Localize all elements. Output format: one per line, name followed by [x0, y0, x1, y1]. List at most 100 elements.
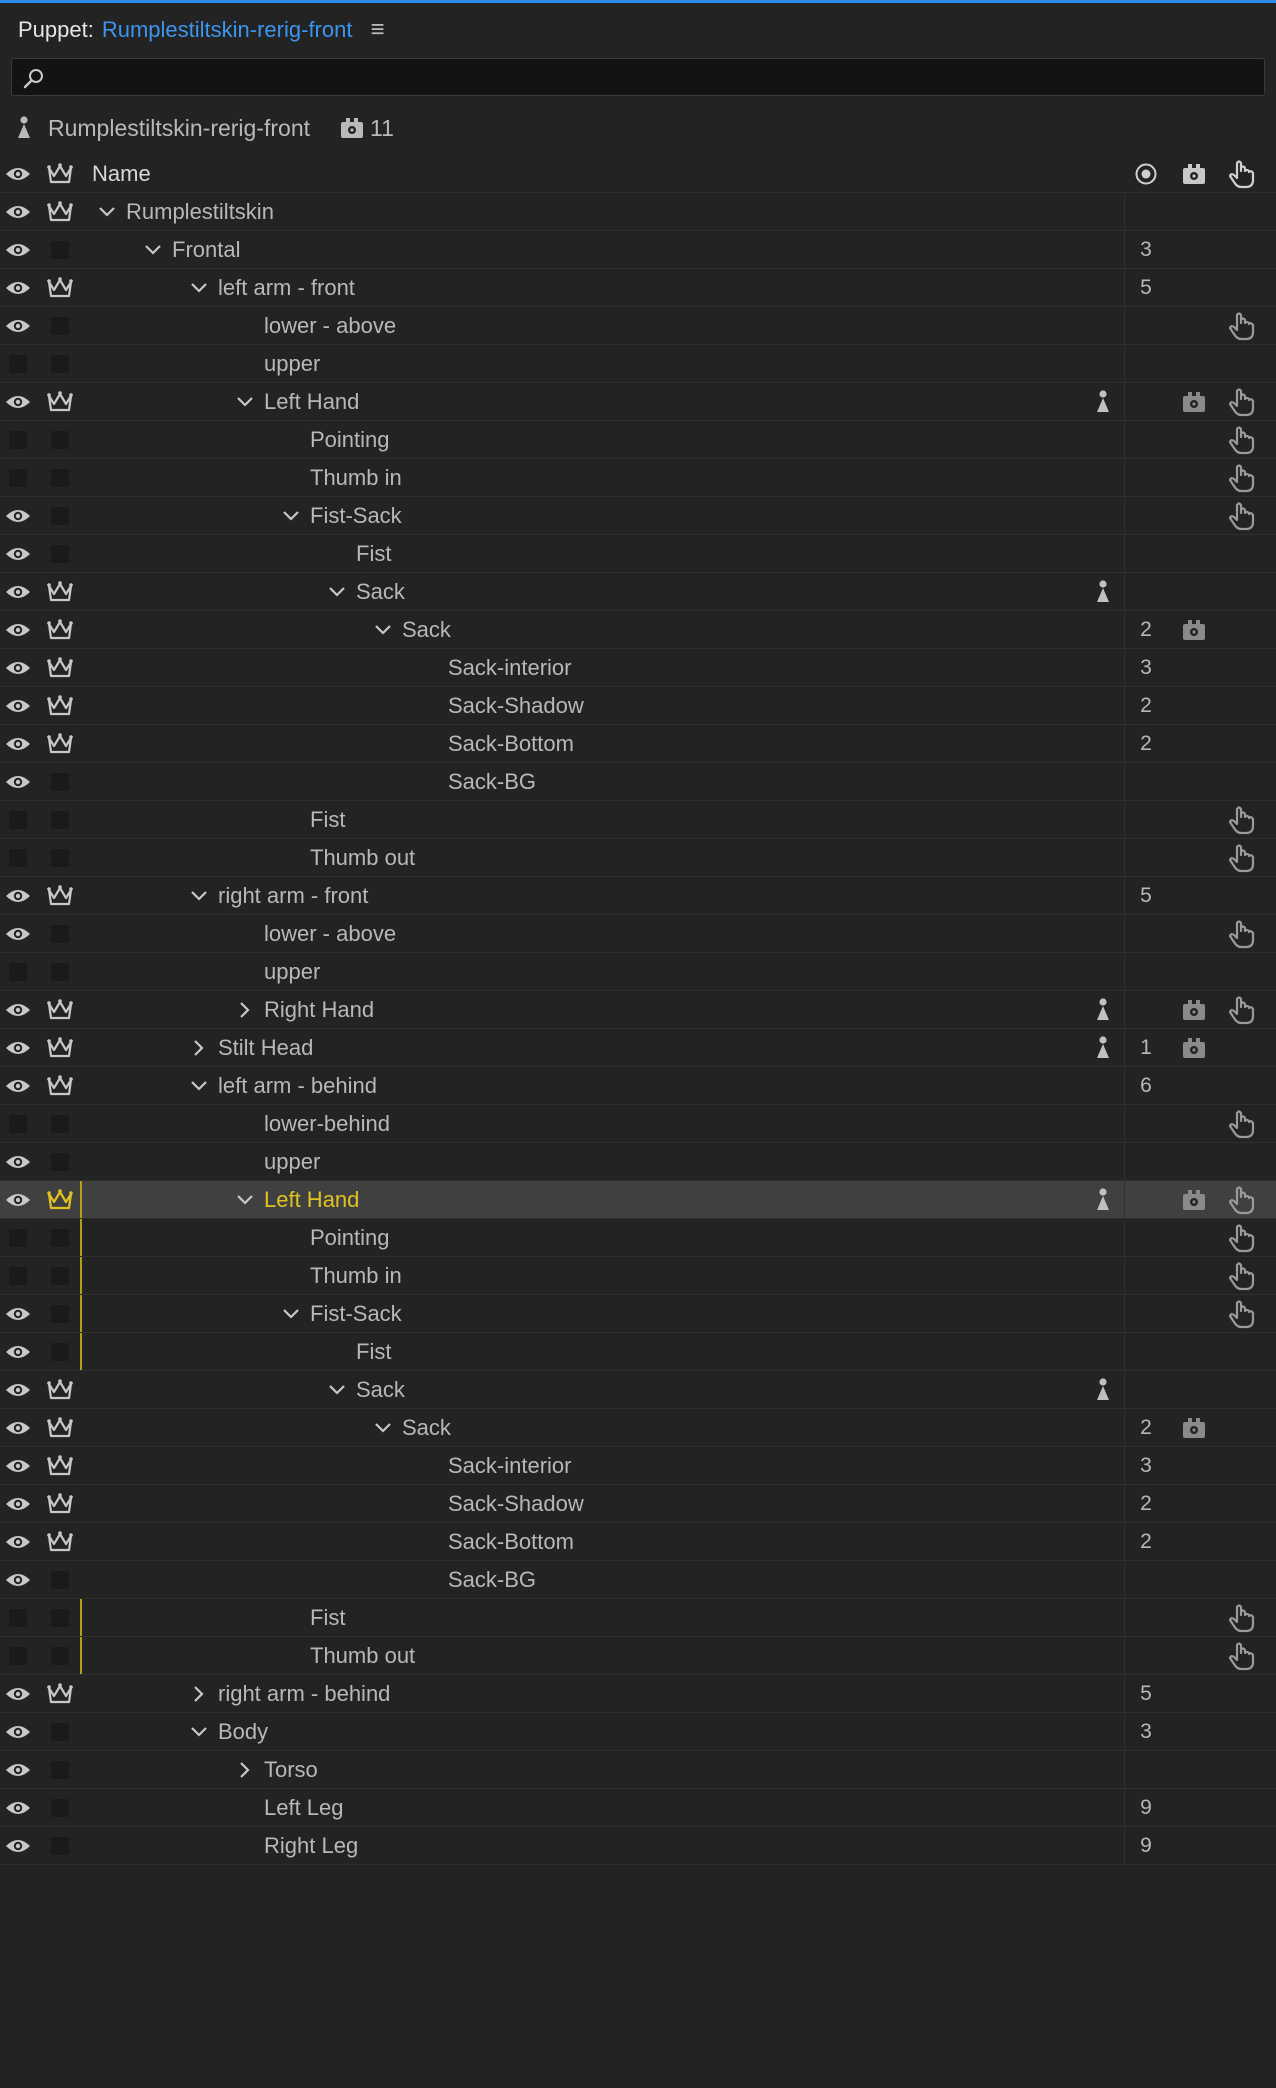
layer-name[interactable]: Left Hand	[82, 383, 1124, 420]
search-box[interactable]	[11, 58, 1265, 97]
layer-name[interactable]: Fist	[82, 1599, 1124, 1636]
tree-row[interactable]: Fist	[0, 801, 1276, 839]
visibility-eye-icon[interactable]	[0, 877, 36, 914]
trigger-icon[interactable]	[1176, 1181, 1212, 1218]
layer-name[interactable]: Pointing	[82, 421, 1124, 458]
independent-toggle-empty[interactable]	[42, 1143, 78, 1180]
tree-row[interactable]: Torso	[0, 1751, 1276, 1789]
visibility-toggle-empty[interactable]	[0, 1257, 36, 1294]
independent-crown-icon[interactable]	[42, 1485, 78, 1522]
visibility-eye-icon[interactable]	[0, 269, 36, 306]
independent-crown-icon[interactable]	[42, 573, 78, 610]
visibility-eye-icon[interactable]	[0, 573, 36, 610]
tree-row[interactable]: Left Leg 9	[0, 1789, 1276, 1827]
draggable-hand-icon[interactable]	[1222, 991, 1262, 1028]
independent-toggle-empty[interactable]	[42, 1751, 78, 1788]
independent-crown-icon[interactable]	[42, 1447, 78, 1484]
tree-row[interactable]: Sack-BG	[0, 1561, 1276, 1599]
chevron-down-icon[interactable]	[186, 282, 212, 294]
independent-toggle-empty[interactable]	[42, 763, 78, 800]
tree-row[interactable]: left arm - behind 6	[0, 1067, 1276, 1105]
visibility-toggle-empty[interactable]	[0, 421, 36, 458]
tree-row[interactable]: Sack-Shadow 2	[0, 687, 1276, 725]
tree-row[interactable]: Pointing	[0, 421, 1276, 459]
chevron-down-icon[interactable]	[324, 1384, 350, 1396]
visibility-toggle-empty[interactable]	[0, 459, 36, 496]
draggable-hand-icon[interactable]	[1222, 459, 1262, 496]
tree-row[interactable]: right arm - front 5	[0, 877, 1276, 915]
visibility-toggle-empty[interactable]	[0, 1637, 36, 1674]
independent-crown-icon[interactable]	[42, 383, 78, 420]
chevron-down-icon[interactable]	[370, 624, 396, 636]
visibility-eye-icon[interactable]	[0, 1029, 36, 1066]
tree-row[interactable]: Body 3	[0, 1713, 1276, 1751]
tree-row[interactable]: Thumb in	[0, 459, 1276, 497]
visibility-toggle-empty[interactable]	[0, 953, 36, 990]
independent-crown-icon[interactable]	[42, 1371, 78, 1408]
layer-name[interactable]: Thumb in	[82, 459, 1124, 496]
layer-name[interactable]: Frontal	[82, 231, 1124, 268]
chevron-down-icon[interactable]	[186, 890, 212, 902]
hamburger-menu-icon[interactable]: ≡	[370, 16, 384, 44]
search-input[interactable]	[56, 59, 1250, 97]
visibility-eye-icon[interactable]	[0, 915, 36, 952]
layer-name[interactable]: Fist	[82, 1333, 1124, 1370]
independent-crown-icon[interactable]	[42, 1067, 78, 1104]
independent-toggle-empty[interactable]	[42, 1105, 78, 1142]
layer-name[interactable]: lower - above	[82, 307, 1124, 344]
tree-row[interactable]: Sack-Bottom 2	[0, 1523, 1276, 1561]
chevron-right-icon[interactable]	[232, 1001, 258, 1019]
layer-name[interactable]: Thumb in	[82, 1257, 1124, 1294]
visibility-eye-icon[interactable]	[0, 307, 36, 344]
independent-toggle-empty[interactable]	[42, 1295, 78, 1332]
independent-toggle-empty[interactable]	[42, 915, 78, 952]
visibility-column-eye-icon[interactable]	[0, 155, 36, 192]
chevron-down-icon[interactable]	[370, 1422, 396, 1434]
independent-toggle-empty[interactable]	[42, 421, 78, 458]
tree-row[interactable]: Rumplestiltskin	[0, 193, 1276, 231]
layer-name[interactable]: Sack	[82, 1409, 1124, 1446]
layer-name[interactable]: left arm - behind	[82, 1067, 1124, 1104]
visibility-toggle-empty[interactable]	[0, 1105, 36, 1142]
tree-row[interactable]: Fist	[0, 535, 1276, 573]
independent-toggle-empty[interactable]	[42, 1219, 78, 1256]
visibility-eye-icon[interactable]	[0, 1067, 36, 1104]
layer-name[interactable]: Fist-Sack	[82, 1295, 1124, 1332]
draggable-column-hand-icon[interactable]	[1222, 155, 1262, 192]
layer-name[interactable]: Fist	[82, 801, 1124, 838]
layer-name[interactable]: Right Leg	[82, 1827, 1124, 1864]
visibility-eye-icon[interactable]	[0, 649, 36, 686]
visibility-eye-icon[interactable]	[0, 1827, 36, 1864]
tree-row[interactable]: lower - above	[0, 307, 1276, 345]
layer-name[interactable]: right arm - front	[82, 877, 1124, 914]
layer-name[interactable]: Stilt Head	[82, 1029, 1124, 1066]
visibility-eye-icon[interactable]	[0, 1333, 36, 1370]
triggers-column-icon[interactable]	[1176, 155, 1212, 192]
independent-crown-icon[interactable]	[42, 725, 78, 762]
visibility-eye-icon[interactable]	[0, 193, 36, 230]
tree-row[interactable]: Sack-Shadow 2	[0, 1485, 1276, 1523]
independent-toggle-empty[interactable]	[42, 1827, 78, 1864]
tree-row[interactable]: upper	[0, 345, 1276, 383]
visibility-eye-icon[interactable]	[0, 687, 36, 724]
tree-row[interactable]: Sack 2	[0, 1409, 1276, 1447]
tree-row[interactable]: upper	[0, 953, 1276, 991]
tree-row[interactable]: upper	[0, 1143, 1276, 1181]
draggable-hand-icon[interactable]	[1222, 307, 1262, 344]
independent-toggle-empty[interactable]	[42, 231, 78, 268]
visibility-eye-icon[interactable]	[0, 1181, 36, 1218]
visibility-eye-icon[interactable]	[0, 1751, 36, 1788]
visibility-eye-icon[interactable]	[0, 1447, 36, 1484]
tree-row[interactable]: Sack	[0, 1371, 1276, 1409]
chevron-down-icon[interactable]	[140, 244, 166, 256]
layer-name[interactable]: Sack-Bottom	[82, 725, 1124, 762]
tree-row[interactable]: Frontal 3	[0, 231, 1276, 269]
independent-crown-icon[interactable]	[42, 649, 78, 686]
trigger-icon[interactable]	[1176, 1409, 1212, 1446]
visibility-eye-icon[interactable]	[0, 1295, 36, 1332]
chevron-down-icon[interactable]	[278, 1308, 304, 1320]
independent-crown-icon[interactable]	[42, 687, 78, 724]
layer-name[interactable]: Sack-BG	[82, 1561, 1124, 1598]
draggable-hand-icon[interactable]	[1222, 1637, 1262, 1674]
visibility-eye-icon[interactable]	[0, 1409, 36, 1446]
